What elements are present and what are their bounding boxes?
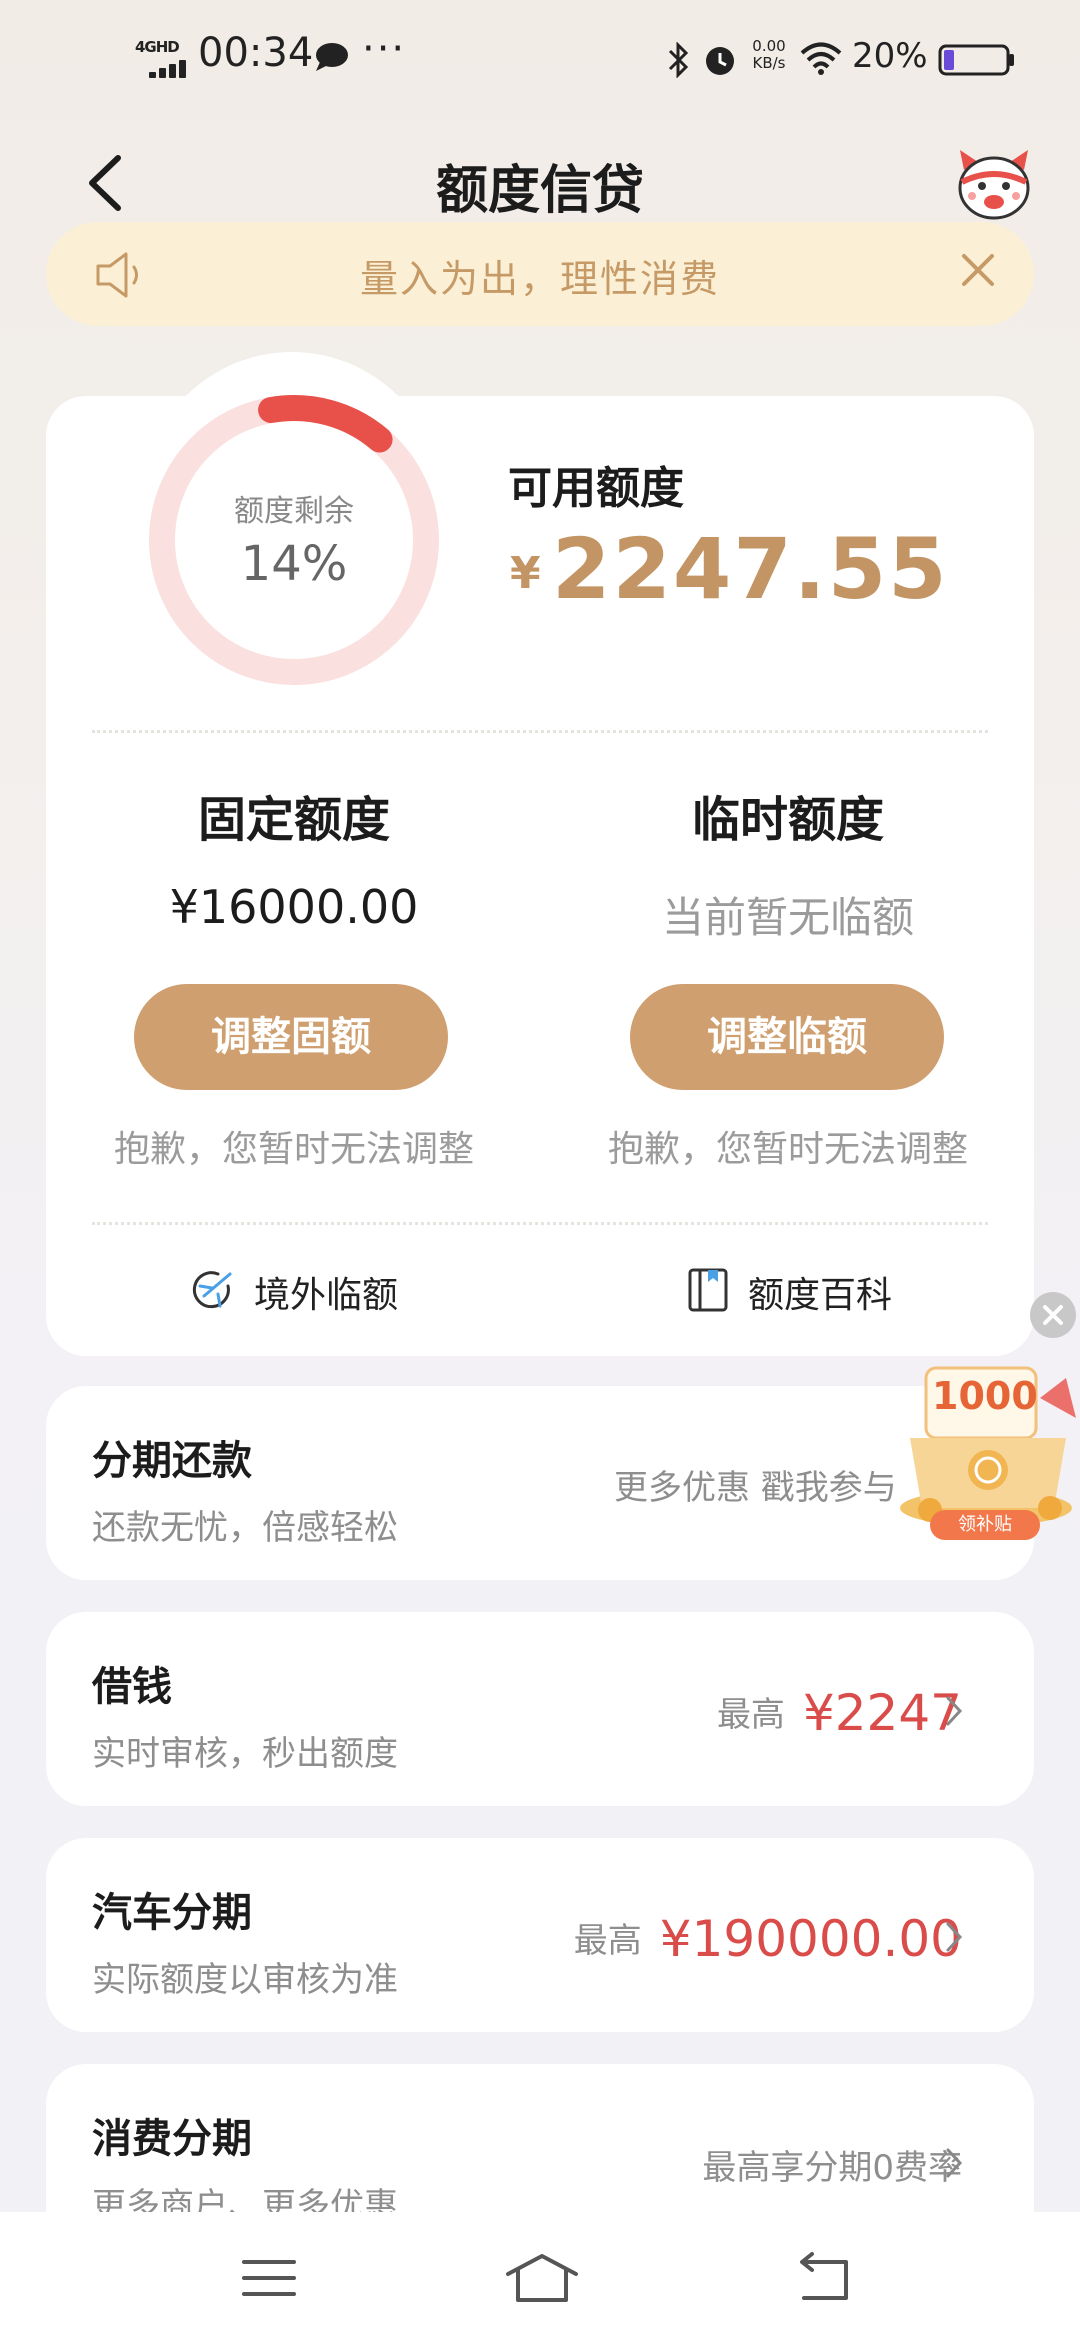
system-navigation-bar xyxy=(0,2212,1080,2340)
list-item-title: 汽车分期 xyxy=(92,1890,252,1936)
network-type: 4GHD xyxy=(135,38,180,56)
cellular-signal-icon: 4GHD xyxy=(135,38,187,78)
temp-credit-value: 当前暂无临额 xyxy=(661,893,914,942)
notice-banner: 量入为出，理性消费 xyxy=(46,222,1034,326)
list-item-right: 最高 ¥2247 xyxy=(717,1684,962,1742)
chevron-right-icon xyxy=(946,1922,963,1952)
list-item-subtitle: 实时审核，秒出额度 xyxy=(92,1734,398,1774)
promo-close-icon[interactable] xyxy=(1030,1292,1076,1338)
list-item-right: 最高 ¥190000.00 xyxy=(574,1910,962,1968)
max-prefix: 最高 xyxy=(573,1921,642,1961)
wiki-link-label: 额度百科 xyxy=(748,1275,893,1316)
max-amount: ¥190000.00 xyxy=(659,1910,962,1968)
notice-close-icon[interactable] xyxy=(956,248,1000,292)
message-bubble-icon xyxy=(316,43,348,71)
available-credit-amount: 2247.55 xyxy=(552,520,949,618)
promo-tag[interactable]: 领补贴 xyxy=(930,1510,1040,1540)
list-item-installment-repayment[interactable]: 分期还款 还款无忧，倍感轻松 更多优惠 戳我参与 xyxy=(46,1386,1034,1580)
list-item-title: 分期还款 xyxy=(92,1438,252,1484)
menu-icon[interactable] xyxy=(236,2248,306,2308)
mascot-avatar-icon[interactable] xyxy=(954,148,1034,220)
fixed-credit-title: 固定额度 xyxy=(197,792,390,848)
ring-percent: 14% xyxy=(240,536,348,592)
network-speed: 0.00 KB/s xyxy=(752,37,786,72)
list-item-subtitle: 还款无忧，倍感轻松 xyxy=(92,1508,398,1548)
status-bar: 4GHD 00:34 ··· 0.00 KB/s 20% xyxy=(0,0,1080,120)
home-icon[interactable] xyxy=(504,2248,580,2308)
promo-amount: 1000 xyxy=(932,1374,1038,1418)
adjust-temp-credit-button[interactable]: 调整临额 xyxy=(630,984,944,1090)
available-credit-label: 可用额度 xyxy=(508,463,684,514)
divider xyxy=(92,1222,988,1225)
list-item-title: 借钱 xyxy=(92,1664,172,1710)
fixed-credit-value: ¥16000.00 xyxy=(169,880,419,934)
book-icon xyxy=(688,1268,728,1312)
overseas-link-label: 境外临额 xyxy=(254,1275,399,1316)
max-prefix: 最高 xyxy=(716,1695,785,1735)
list-item-title: 消费分期 xyxy=(92,2116,252,2162)
temp-credit-note: 抱歉，您暂时无法调整 xyxy=(607,1129,968,1170)
bluetooth-icon xyxy=(668,42,689,78)
clock: 00:34 xyxy=(198,30,314,76)
overseas-temp-credit-link[interactable]: 境外临额 xyxy=(190,1262,430,1318)
credit-wiki-link[interactable]: 额度百科 xyxy=(684,1262,924,1318)
max-amount: ¥2247 xyxy=(802,1684,962,1742)
notice-text: 量入为出，理性消费 xyxy=(359,257,720,301)
fixed-credit-note: 抱歉，您暂时无法调整 xyxy=(113,1129,474,1170)
list-item-subtitle: 实际额度以审核为准 xyxy=(92,1960,398,2000)
battery-percent: 20% xyxy=(852,36,928,76)
wifi-icon xyxy=(800,42,842,75)
divider xyxy=(92,730,988,733)
list-item-promo-text: 最高享分期0费率 xyxy=(702,2148,962,2188)
list-item-car-installment[interactable]: 汽车分期 实际额度以审核为准 最高 ¥190000.00 xyxy=(46,1838,1034,2032)
alarm-icon xyxy=(706,47,734,75)
adjust-fixed-credit-button[interactable]: 调整固额 xyxy=(134,984,448,1090)
chevron-right-icon xyxy=(946,1696,963,1726)
battery-icon xyxy=(938,44,1014,76)
page-title: 额度信贷 xyxy=(435,161,644,221)
ring-label: 额度剩余 xyxy=(234,494,354,529)
temp-credit-title: 临时额度 xyxy=(691,792,884,848)
chevron-right-icon xyxy=(946,2148,963,2178)
plane-globe-icon xyxy=(192,1271,232,1309)
currency-symbol: ¥ xyxy=(510,548,541,599)
list-item-borrow[interactable]: 借钱 实时审核，秒出额度 最高 ¥2247 xyxy=(46,1612,1034,1806)
back-nav-icon[interactable] xyxy=(790,2248,860,2308)
more-notifications-icon: ··· xyxy=(362,26,407,72)
